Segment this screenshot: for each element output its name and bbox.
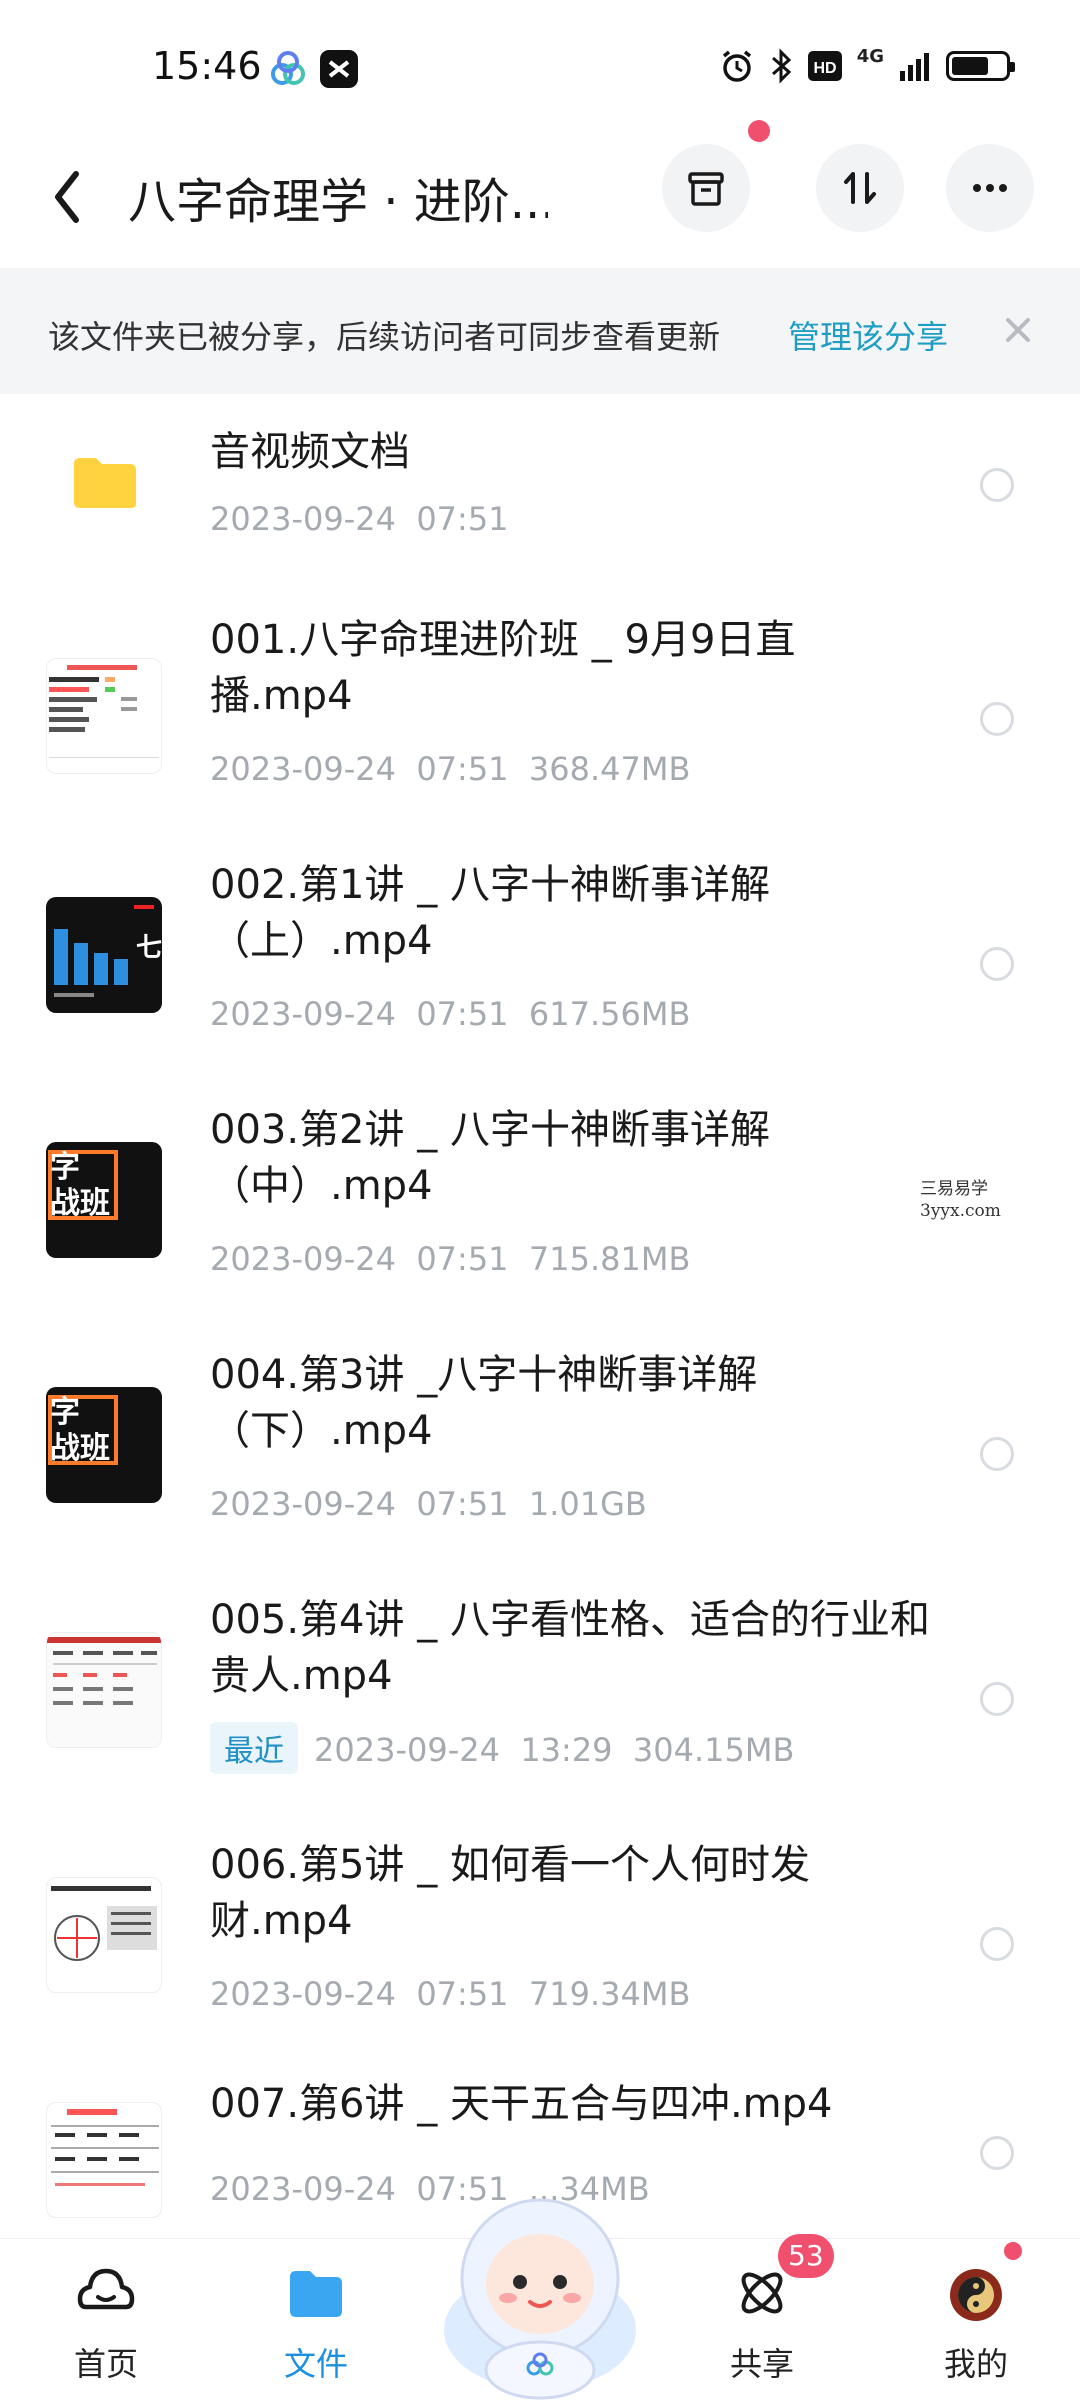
file-size: 368.47MB	[528, 750, 691, 788]
archive-icon	[688, 172, 724, 206]
file-size: 719.34MB	[528, 1975, 691, 2013]
file-date: 2023-09-24 07:51	[210, 1240, 509, 1278]
nav-label: 我的	[943, 2345, 1008, 2383]
video-thumbnail	[46, 658, 162, 774]
file-name: 004.第3讲 _八字十神断事详解（下）.mp4	[210, 1352, 758, 1454]
bluetooth-icon	[771, 48, 791, 84]
hd-icon: HD	[807, 51, 842, 81]
select-radio[interactable]	[980, 468, 1014, 502]
file-size: 304.15MB	[632, 1731, 795, 1769]
signal-icon	[900, 53, 929, 81]
file-name: 005.第4讲 _ 八字看性格、适合的行业和贵人.mp4	[210, 1597, 930, 1699]
list-item[interactable]: 字 战班 003.第2讲 _ 八字十神断事详解（中）.mp4 2023-09-2…	[0, 1084, 1080, 1329]
file-date: 2023-09-24 07:51	[210, 995, 509, 1033]
file-date: 2023-09-24 07:51	[210, 500, 509, 538]
sort-button[interactable]	[816, 144, 904, 232]
list-item[interactable]: 音视频文档 2023-09-24 07:51	[0, 394, 1080, 594]
sort-icon	[844, 172, 876, 204]
assistant-mascot-icon[interactable]	[430, 2180, 650, 2400]
list-item[interactable]: 字 战班 004.第3讲 _八字十神断事详解（下）.mp4 2023-09-24…	[0, 1329, 1080, 1574]
nav-mine[interactable]: 我的	[896, 2239, 1056, 2400]
notification-dot	[748, 120, 770, 142]
file-meta: 2023-09-24 07:51	[210, 500, 509, 538]
file-size: 617.56MB	[528, 995, 691, 1033]
page-title: 八字命理学 · 进阶...	[128, 174, 548, 230]
select-radio[interactable]	[980, 702, 1014, 736]
archive-button[interactable]	[662, 144, 750, 232]
cloud-app-icon	[271, 51, 305, 85]
video-thumbnail: 七	[46, 897, 162, 1013]
file-meta: 2023-09-24 07:51 368.47MB	[210, 750, 690, 788]
nav-home[interactable]: 首页	[26, 2239, 186, 2400]
battery-icon	[946, 51, 1015, 81]
file-date: 2023-09-24 07:51	[210, 1485, 509, 1523]
avatar-icon	[950, 2269, 1002, 2321]
file-name: 007.第6讲 _ 天干五合与四冲.mp4	[210, 2081, 833, 2127]
watermark-line1: 三易易学	[920, 1179, 988, 1199]
thumbnail-text: 字 战班	[50, 1150, 110, 1221]
list-item[interactable]: 七 002.第1讲 _ 八字十神断事详解（上）.mp4 2023-09-24 0…	[0, 839, 1080, 1084]
list-item[interactable]: 001.八字命理进阶班 _ 9月9日直播.mp4 2023-09-24 07:5…	[0, 594, 1080, 839]
select-radio[interactable]	[980, 1437, 1014, 1471]
video-thumbnail: 字 战班	[46, 1387, 162, 1503]
nav-label: 文件	[283, 2345, 348, 2383]
folder-icon	[290, 2271, 342, 2317]
file-date: 2023-09-24 07:51	[210, 750, 509, 788]
video-thumbnail	[46, 1632, 162, 1748]
file-size: 1.01GB	[528, 1485, 647, 1523]
nav-label: 共享	[729, 2345, 794, 2383]
file-name: 音视频文档	[210, 429, 410, 475]
svg-text:HD: HD	[813, 60, 836, 77]
more-icon	[973, 184, 1007, 192]
nav-files[interactable]: 文件	[236, 2239, 396, 2400]
file-date: 2023-09-24 13:29	[314, 1731, 613, 1769]
share-banner: 该文件夹已被分享，后续访问者可同步查看更新 管理该分享	[0, 268, 1080, 394]
file-name: 002.第1讲 _ 八字十神断事详解（上）.mp4	[210, 862, 770, 964]
notification-dot	[1004, 2242, 1022, 2260]
file-date: 2023-09-24 07:51	[210, 1975, 509, 2013]
recent-tag: 最近	[210, 1722, 298, 1774]
manage-share-link[interactable]: 管理该分享	[788, 312, 948, 358]
list-item[interactable]: 005.第4讲 _ 八字看性格、适合的行业和贵人.mp4 最近 2023-09-2…	[0, 1574, 1080, 1819]
status-time: 15:46	[152, 44, 262, 88]
select-radio[interactable]	[980, 947, 1014, 981]
watermark-line2: 3yyx.com	[920, 1201, 1001, 1221]
select-radio[interactable]	[980, 1927, 1014, 1961]
alarm-icon	[722, 50, 751, 82]
video-thumbnail	[46, 1877, 162, 1993]
more-button[interactable]	[946, 144, 1034, 232]
thumbnail-text: 字 战班	[50, 1395, 110, 1466]
file-name: 001.八字命理进阶班 _ 9月9日直播.mp4	[210, 617, 796, 719]
watermark: 三易易学 3yyx.com	[920, 1178, 1001, 1222]
file-meta: 2023-09-24 07:51 719.34MB	[210, 1975, 690, 2013]
file-meta: 2023-09-24 07:51 715.81MB	[210, 1240, 690, 1278]
file-meta: 2023-09-24 07:51 617.56MB	[210, 995, 690, 1033]
file-name: 006.第5讲 _ 如何看一个人何时发财.mp4	[210, 1842, 810, 1944]
file-name: 003.第2讲 _ 八字十神断事详解（中）.mp4	[210, 1107, 770, 1209]
folder-icon	[74, 458, 136, 508]
network-type: 4G	[856, 45, 884, 67]
share-icon	[741, 2272, 783, 2314]
select-radio[interactable]	[980, 2136, 1014, 2170]
list-item[interactable]: 006.第5讲 _ 如何看一个人何时发财.mp4 2023-09-24 07:5…	[0, 1819, 1080, 2064]
video-thumbnail: 字 战班	[46, 1142, 162, 1258]
home-icon	[77, 2268, 135, 2310]
file-meta: 最近 2023-09-24 13:29 304.15MB	[210, 1722, 794, 1774]
share-count-badge: 53	[778, 2234, 834, 2278]
file-meta: 2023-09-24 07:51 1.01GB	[210, 1485, 647, 1523]
close-icon[interactable]	[996, 308, 1040, 352]
header: 八字命理学 · 进阶...	[0, 120, 1080, 270]
file-size: 715.81MB	[528, 1240, 691, 1278]
share-banner-text: 该文件夹已被分享，后续访问者可同步查看更新	[48, 318, 721, 356]
status-bar: 15:46 HD 4G	[0, 0, 1080, 140]
select-radio[interactable]	[980, 1682, 1014, 1716]
nav-label: 首页	[73, 2345, 138, 2383]
back-arrow-icon[interactable]	[46, 162, 106, 232]
video-thumbnail	[46, 2102, 162, 2218]
capcut-icon	[320, 50, 358, 88]
